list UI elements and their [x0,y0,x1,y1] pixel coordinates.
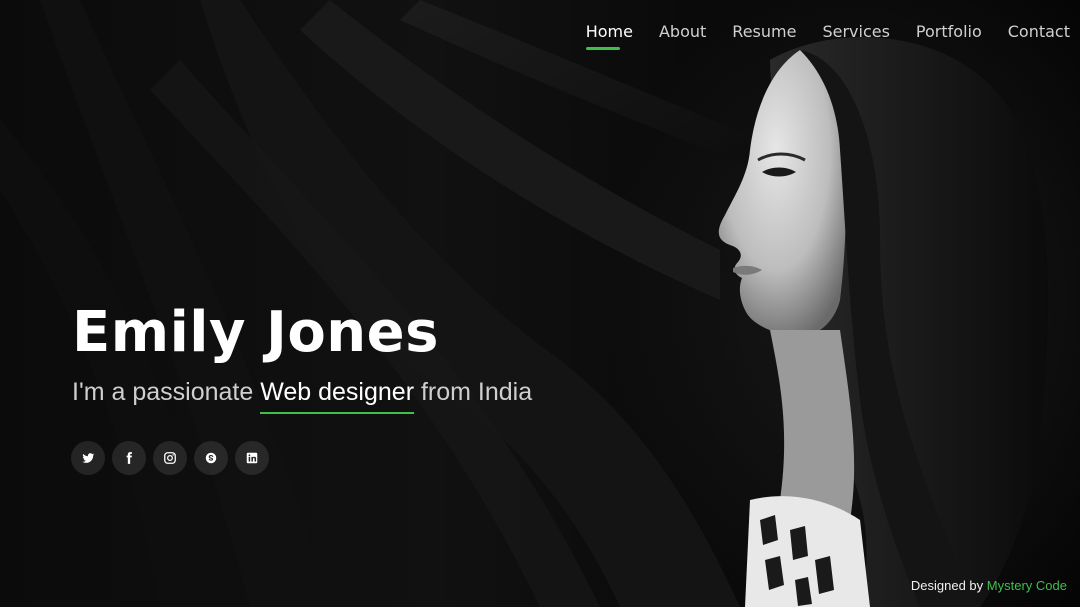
facebook-icon [126,452,132,464]
nav-resume-link[interactable]: Resume [732,22,796,47]
twitter-icon [82,453,95,463]
nav-portfolio-link[interactable]: Portfolio [916,22,982,47]
nav-home-link[interactable]: Home [585,22,633,50]
social-links [71,441,269,475]
skype-button[interactable] [194,441,228,475]
instagram-button[interactable] [153,441,187,475]
facebook-button[interactable] [112,441,146,475]
credit-link[interactable]: Mystery Code [987,578,1067,593]
footer-credit: Designed by Mystery Code [911,578,1067,593]
linkedin-button[interactable] [235,441,269,475]
linkedin-icon [246,452,258,464]
nav-about-link[interactable]: About [659,22,706,47]
tagline-typed-text: Web designer [260,378,414,410]
credit-prefix: Designed by [910,578,984,593]
skype-icon [205,452,217,464]
main-nav: Home About Resume Services Portfolio Con… [585,22,1070,50]
instagram-icon [164,452,176,464]
hero-name: Emily Jones [72,300,439,365]
twitter-button[interactable] [71,441,105,475]
nav-services-link[interactable]: Services [822,22,889,47]
tagline-suffix: from India [420,378,533,406]
hero-tagline: I'm a passionate Web designer from India [72,378,532,407]
nav-contact-link[interactable]: Contact [1008,22,1070,47]
tagline-prefix: I'm a passionate [72,378,254,406]
